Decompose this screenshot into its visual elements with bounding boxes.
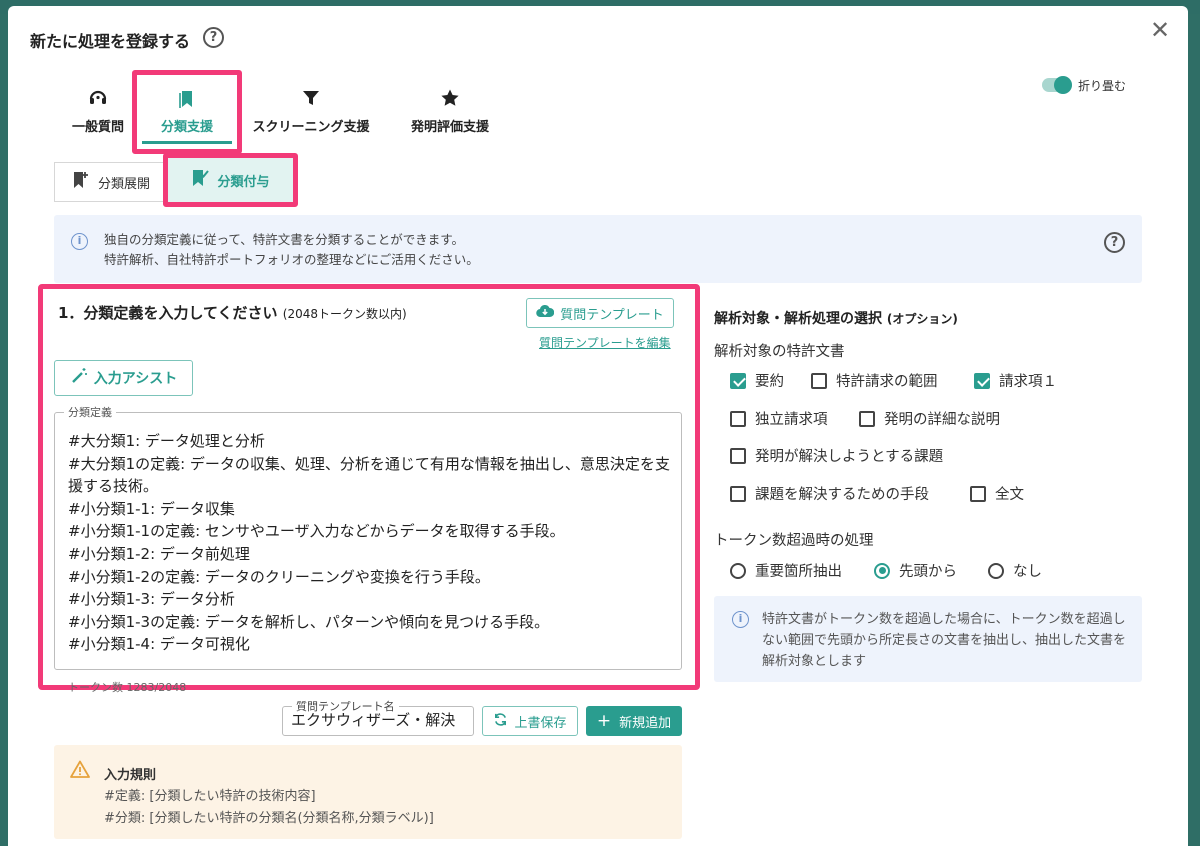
radio-from-head[interactable]: 先頭から	[874, 560, 957, 581]
overwrite-save-button[interactable]: 上書保存	[482, 706, 578, 736]
bookmark-check-icon	[191, 168, 210, 192]
tab-label: 分類支援	[160, 120, 213, 135]
help-icon[interactable]: ?	[203, 27, 224, 48]
analysis-options-title: 解析対象・解析処理の選択 (オプション)	[714, 308, 958, 328]
info-icon: i	[732, 611, 749, 628]
checkbox-label: 独立請求項	[755, 412, 828, 428]
checkbox-detailed-description[interactable]: 発明の詳細な説明	[859, 408, 1000, 429]
analysis-options-title-note: (オプション)	[886, 312, 958, 326]
close-icon[interactable]: ✕	[1150, 18, 1170, 42]
question-template-button[interactable]: 質問テンプレート	[526, 298, 674, 328]
checkbox-box[interactable]	[970, 485, 986, 502]
checkbox-claim-1[interactable]: 請求項１	[974, 370, 1057, 391]
checkbox-box[interactable]	[730, 372, 746, 389]
token-count: トークン数 1283/2048	[68, 681, 187, 694]
info-text: 独自の分類定義に従って、特許文書を分類することができます。 特許解析、自社特許ポ…	[104, 230, 479, 270]
radio-circle[interactable]	[874, 562, 890, 579]
classification-definition-textarea[interactable]: #大分類1: データ処理と分析 #大分類1の定義: データの収集、処理、分析を通…	[68, 430, 680, 656]
radio-none[interactable]: なし	[988, 560, 1042, 581]
radio-label: 重要箇所抽出	[755, 564, 842, 580]
checkbox-label: 発明の詳細な説明	[884, 412, 1000, 428]
button-label: 新規追加	[619, 715, 672, 731]
checkbox-label: 請求項１	[999, 374, 1057, 390]
button-label: 質問テンプレート	[560, 307, 664, 323]
checkbox-box[interactable]	[811, 372, 827, 389]
checkbox-box[interactable]	[974, 372, 990, 389]
bookmarks-icon	[142, 88, 232, 110]
info-line: 独自の分類定義に従って、特許文書を分類することができます。	[104, 232, 465, 247]
target-documents-label: 解析対象の特許文書	[714, 344, 845, 360]
field-label: 分類定義	[64, 404, 116, 420]
tab-label: スクリーニング支援	[252, 120, 370, 135]
button-label: 上書保存	[514, 715, 567, 731]
plus-icon: +	[596, 710, 612, 731]
tab-classification-support[interactable]: 分類支援	[142, 88, 232, 135]
tab-invention-evaluation[interactable]: 発明評価支援	[400, 88, 500, 135]
checkbox-label: 特許請求の範囲	[836, 374, 938, 390]
tab-general-question[interactable]: 一般質問	[60, 88, 136, 135]
checkbox-label: 発明が解決しようとする課題	[755, 449, 944, 465]
cloud-download-icon	[536, 304, 555, 322]
info-help-icon[interactable]: ?	[1104, 232, 1125, 253]
headset-icon	[60, 88, 136, 110]
section-title-note: (2048トークン数以内)	[282, 307, 407, 321]
checkbox-label: 要約	[755, 374, 784, 390]
template-name-input[interactable]	[291, 710, 467, 728]
radio-circle[interactable]	[988, 562, 1004, 579]
edit-template-link[interactable]: 質問テンプレートを編集	[539, 334, 671, 351]
subtab-classification-expand[interactable]: 分類展開	[54, 162, 168, 202]
rule-line: #定義: [分類したい特許の技術内容]	[104, 789, 316, 804]
section-title: 1．分類定義を入力してください (2048トークン数以内)	[58, 302, 407, 323]
button-label: 入力アシスト	[93, 371, 178, 387]
checkbox-full-text[interactable]: 全文	[970, 483, 1024, 504]
checkbox-claims-scope[interactable]: 特許請求の範囲	[811, 370, 938, 391]
radio-label: なし	[1013, 564, 1042, 580]
collapse-toggle-label: 折り畳む	[1078, 79, 1127, 93]
radio-important-extract[interactable]: 重要箇所抽出	[730, 560, 842, 581]
filter-icon	[246, 88, 376, 110]
magic-wand-icon	[70, 367, 88, 389]
checkbox-abstract[interactable]: 要約	[730, 370, 784, 391]
checkbox-box[interactable]	[730, 485, 746, 502]
star-icon	[400, 88, 500, 110]
radio-circle[interactable]	[730, 562, 746, 579]
tab-label: 発明評価支援	[410, 120, 489, 135]
checkbox-box[interactable]	[730, 447, 746, 464]
input-rules-text: #定義: [分類したい特許の技術内容] #分類: [分類したい特許の分類名(分類…	[104, 786, 434, 830]
input-assist-button[interactable]: 入力アシスト	[54, 360, 193, 396]
section-title-text: 1．分類定義を入力してください	[58, 304, 278, 322]
input-rules-title: 入力規則	[104, 768, 157, 783]
radio-label: 先頭から	[899, 564, 957, 580]
active-tab-indicator	[142, 141, 232, 144]
tab-label: 一般質問	[71, 120, 124, 135]
bookmark-plus-icon	[72, 170, 90, 194]
info-line: 特許解析、自社特許ポートフォリオの整理などにご活用ください。	[104, 252, 479, 267]
overflow-info-text: 特許文書がトークン数を超過した場合に、トークン数を超過しない範囲で先頭から所定長…	[762, 612, 1127, 669]
add-new-button[interactable]: + 新規追加	[586, 706, 682, 736]
checkbox-label: 課題を解決するための手段	[755, 487, 929, 503]
sync-icon	[493, 712, 508, 731]
checkbox-box[interactable]	[730, 410, 746, 427]
subtab-label: 分類付与	[217, 174, 270, 190]
warning-icon	[70, 760, 90, 782]
register-dialog: 新たに処理を登録する ? ✕ 折り畳む 一般質問 分類支援 スクリーニング支援 …	[8, 6, 1188, 846]
checkbox-problem[interactable]: 発明が解決しようとする課題	[730, 445, 943, 466]
checkbox-solution[interactable]: 課題を解決するための手段	[730, 483, 929, 504]
checkbox-box[interactable]	[859, 410, 875, 427]
rule-line: #分類: [分類したい特許の分類名(分類名称,分類ラベル)]	[104, 811, 434, 826]
checkbox-independent-claims[interactable]: 独立請求項	[730, 408, 828, 429]
analysis-options-title-text: 解析対象・解析処理の選択	[714, 311, 882, 327]
subtab-classification-assign[interactable]: 分類付与	[168, 158, 293, 202]
subtab-label: 分類展開	[97, 176, 150, 192]
checkbox-label: 全文	[995, 487, 1024, 503]
token-overflow-label: トークン数超過時の処理	[714, 533, 874, 549]
dialog-title: 新たに処理を登録する	[30, 32, 191, 51]
info-icon: i	[71, 233, 88, 250]
collapse-toggle-knob[interactable]	[1054, 76, 1072, 94]
tab-screening-support[interactable]: スクリーニング支援	[246, 88, 376, 135]
